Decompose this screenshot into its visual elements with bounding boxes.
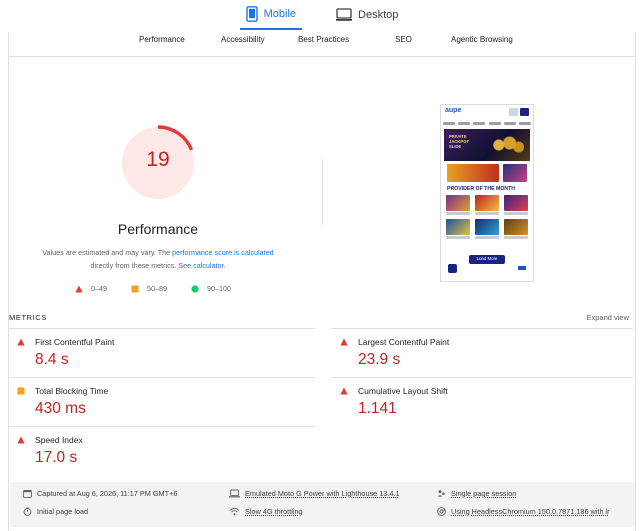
people-icon — [437, 490, 445, 497]
screenshot-banner: PRIVATE JACKPOT SLIDE — [444, 129, 530, 161]
chrome-icon — [437, 507, 446, 516]
browser-info[interactable]: Using HeadlessChromium 150.0.7871.186 wi… — [437, 507, 610, 516]
screenshot-header: aupe — [441, 105, 533, 119]
tab-mobile-label: Mobile — [263, 8, 297, 20]
tab-desktop[interactable]: Desktop — [330, 0, 404, 30]
calendar-icon — [23, 489, 32, 498]
screenshot-nav — [443, 120, 531, 127]
square-icon — [131, 285, 139, 292]
desc-text-2: directly from these metrics. — [90, 261, 179, 270]
square-icon — [17, 387, 25, 395]
circle-icon — [191, 284, 199, 293]
tab-mobile[interactable]: Mobile — [239, 0, 303, 30]
screenshot-promo-2 — [503, 164, 527, 182]
metric-value: 430 ms — [35, 400, 86, 417]
tab-seo[interactable]: SEO — [395, 35, 412, 44]
tab-agentic-browsing[interactable]: Agentic Browsing — [451, 35, 513, 44]
screenshot-banner-art — [488, 135, 524, 155]
calculator-link[interactable]: See calculator. — [178, 261, 225, 270]
triangle-icon — [17, 338, 25, 346]
metric-value: 17.0 s — [35, 449, 78, 466]
screenshot-promo-1 — [447, 164, 499, 182]
screenshot-button-right — [520, 108, 529, 116]
metric-divider — [331, 377, 633, 378]
run-info-panel: Captured at Aug 6, 2026, 11:17 PM GMT+6 … — [11, 482, 635, 527]
wifi-icon — [229, 507, 240, 516]
screenshot-game-tile — [475, 219, 499, 239]
timer-icon — [23, 507, 32, 516]
performance-score-link[interactable]: performance score is calculated — [172, 248, 273, 257]
metric-name: Largest Contentful Paint — [358, 337, 450, 347]
triangle-icon — [75, 285, 83, 292]
performance-score: 19 — [146, 148, 170, 171]
screenshot-provider-heading: PROVIDER OF THE MONTH — [447, 186, 516, 192]
desc-text-1: Values are estimated and may vary. The — [42, 248, 173, 257]
session-type-text: Single page session — [451, 489, 517, 498]
triangle-icon — [340, 338, 348, 346]
category-nav: Performance Accessibility Best Practices… — [8, 32, 636, 56]
legend-item-average: 50–89 — [131, 284, 167, 293]
performance-description: Values are estimated and may vary. The p… — [23, 246, 293, 272]
legend-label-good: 90–100 — [207, 284, 231, 293]
screenshot-game-grid — [446, 195, 528, 239]
metric-name: Cumulative Layout Shift — [358, 386, 448, 396]
screenshot-load-more: Load More — [469, 255, 505, 264]
screenshot-logo: aupe — [445, 107, 462, 114]
initial-page-load: Initial page load — [23, 507, 88, 516]
metric-value: 23.9 s — [358, 351, 401, 368]
session-type[interactable]: Single page session — [437, 489, 516, 498]
screenshot-game-tile — [446, 195, 470, 215]
report-frame: 19 Performance Values are estimated and … — [8, 56, 636, 531]
metric-value: 1.141 — [358, 400, 397, 417]
network-throttling[interactable]: Slow 4G throttling — [229, 507, 303, 516]
legend-label-poor: 0–49 — [91, 284, 107, 293]
metric-divider — [9, 377, 315, 378]
performance-title: Performance — [117, 221, 199, 237]
screenshot-game-tile — [446, 219, 470, 239]
screenshot-game-tile — [475, 195, 499, 215]
score-legend: 0–49 50–89 90–100 — [75, 284, 231, 293]
expand-view-button[interactable]: Expand view — [586, 313, 629, 322]
emulated-device-text: Emulated Moto G Power with Lighthouse 13… — [245, 489, 400, 498]
screenshot-chat-icon — [448, 264, 457, 273]
desktop-icon — [336, 8, 353, 21]
screenshot-flag-icon — [518, 266, 526, 270]
screenshot-game-tile — [504, 219, 528, 239]
tab-best-practices[interactable]: Best Practices — [298, 35, 349, 44]
screenshot-game-tile — [504, 195, 528, 215]
final-screenshot[interactable]: aupe PRIVATE JACKPOT SLIDE PROVIDER OF T… — [440, 104, 534, 282]
emulated-device[interactable]: Emulated Moto G Power with Lighthouse 13… — [229, 489, 400, 498]
vertical-separator — [322, 159, 323, 225]
screenshot-load-more-label: Load More — [476, 256, 498, 261]
captured-at-text: Captured at Aug 6, 2026, 11:17 PM GMT+6 — [37, 489, 178, 498]
tab-accessibility[interactable]: Accessibility — [221, 35, 265, 44]
metric-divider — [9, 426, 315, 427]
tab-performance[interactable]: Performance — [139, 35, 185, 44]
metrics-heading: METRICS — [9, 313, 47, 322]
mobile-icon — [245, 6, 258, 22]
legend-item-good: 90–100 — [191, 284, 231, 293]
triangle-icon — [340, 387, 348, 395]
laptop-icon — [229, 489, 240, 498]
metric-name: First Contentful Paint — [35, 337, 115, 347]
network-throttling-text: Slow 4G throttling — [245, 507, 303, 516]
triangle-icon — [17, 436, 25, 444]
screenshot-button-left — [509, 108, 518, 116]
legend-item-poor: 0–49 — [75, 284, 107, 293]
screenshot-banner-text: PRIVATE JACKPOT SLIDE — [449, 134, 470, 149]
metric-name: Total Blocking Time — [35, 386, 109, 396]
metric-name: Speed Index — [35, 435, 83, 445]
device-tabs: Mobile Desktop — [0, 0, 644, 32]
initial-page-load-text: Initial page load — [37, 507, 89, 516]
browser-info-text: Using HeadlessChromium 150.0.7871.186 wi… — [451, 507, 610, 516]
metric-divider — [331, 328, 633, 329]
legend-label-average: 50–89 — [147, 284, 167, 293]
captured-at: Captured at Aug 6, 2026, 11:17 PM GMT+6 — [23, 489, 177, 498]
metric-value: 8.4 s — [35, 351, 69, 368]
tab-desktop-label: Desktop — [358, 9, 399, 21]
metric-divider — [9, 328, 315, 329]
